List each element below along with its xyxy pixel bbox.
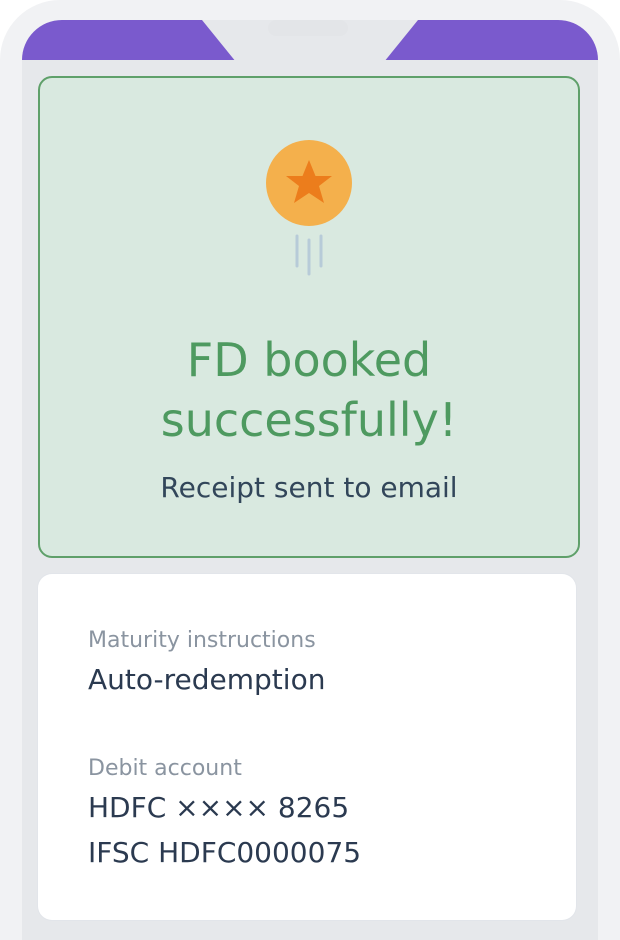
fd-details-card: Maturity instructions Auto-redemption De… [38, 574, 576, 920]
phone-frame: FD booked successfully! Receipt sent to … [0, 0, 620, 940]
maturity-instructions-label: Maturity instructions [88, 628, 316, 653]
debit-account-number: HDFC ×××× 8265 [88, 791, 350, 824]
medal-star-icon [266, 140, 352, 276]
app-screen: FD booked successfully! Receipt sent to … [22, 20, 598, 940]
maturity-instructions-value: Auto-redemption [88, 663, 326, 696]
phone-speaker [268, 20, 348, 36]
success-title: FD booked successfully! [160, 333, 458, 447]
success-card: FD booked successfully! Receipt sent to … [38, 76, 580, 558]
debit-account-ifsc: IFSC HDFC0000075 [88, 836, 362, 869]
debit-account-label: Debit account [88, 756, 242, 781]
receipt-status-text: Receipt sent to email [160, 471, 458, 504]
